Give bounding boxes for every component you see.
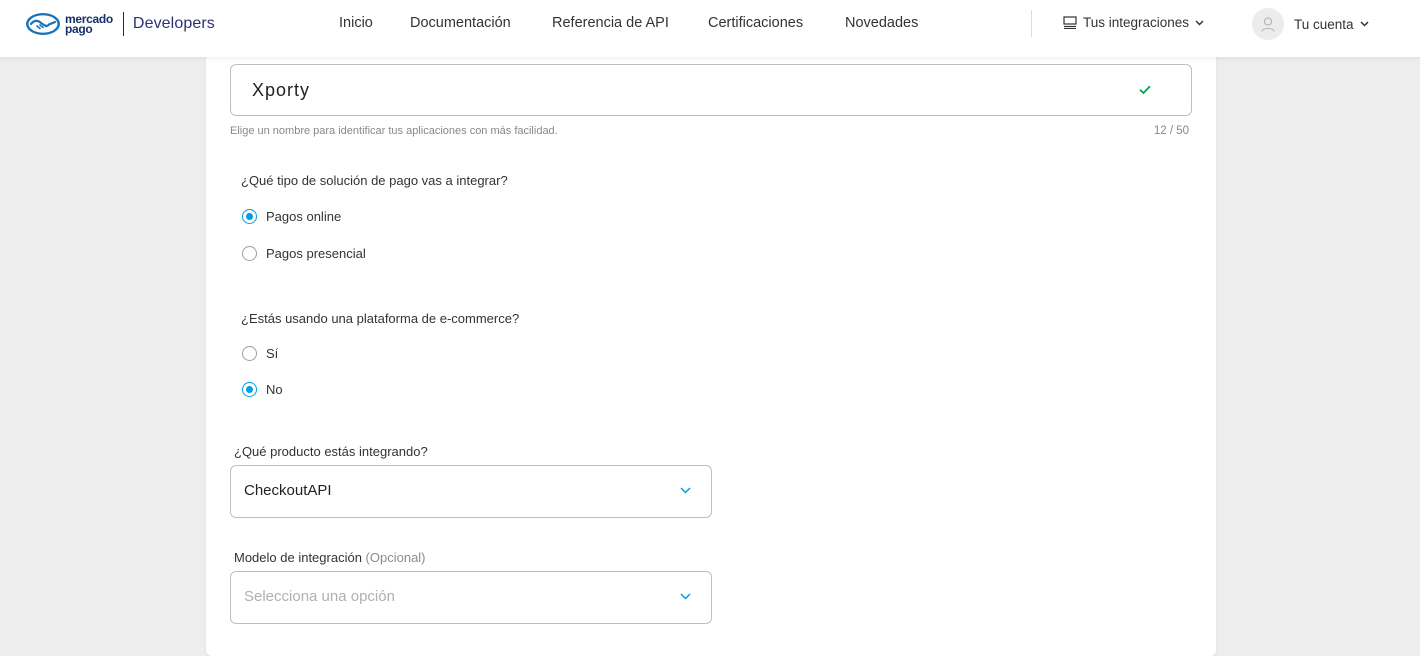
- product-select[interactable]: CheckoutAPI: [230, 465, 712, 518]
- radio-button: [242, 246, 257, 261]
- optional-tag: (Opcional): [365, 550, 426, 565]
- monitor-icon: [1063, 16, 1077, 29]
- payment-solution-question: ¿Qué tipo de solución de pago vas a inte…: [241, 173, 508, 188]
- radio-label: Pagos presencial: [266, 246, 366, 261]
- integration-model-placeholder: Selecciona una opción: [244, 588, 395, 605]
- ecommerce-question: ¿Estás usando una plataforma de e-commer…: [241, 311, 520, 326]
- product-label: ¿Qué producto estás integrando?: [234, 444, 428, 459]
- nav-item-documentacion[interactable]: Documentación: [410, 15, 511, 31]
- product-selected-value: CheckoutAPI: [244, 482, 332, 499]
- check-icon: [1139, 85, 1151, 95]
- mercado-pago-logo[interactable]: mercado pago Developers: [25, 11, 215, 37]
- integrations-menu[interactable]: Tus integraciones: [1063, 15, 1210, 30]
- integration-model-label-text: Modelo de integración: [234, 550, 362, 565]
- developers-label: Developers: [132, 15, 215, 32]
- account-label: Tu cuenta: [1294, 16, 1354, 32]
- nav-item-novedades[interactable]: Novedades: [845, 15, 918, 31]
- logo-wordmark: mercado pago: [65, 13, 113, 35]
- chevron-down-icon: [680, 487, 691, 494]
- radio-si[interactable]: Sí: [242, 346, 278, 361]
- nav-item-referencia-api[interactable]: Referencia de API: [552, 15, 669, 31]
- radio-button-selected: [242, 382, 257, 397]
- radio-button: [242, 346, 257, 361]
- application-name-value: Xporty: [252, 80, 311, 100]
- chevron-down-icon: [1195, 19, 1204, 26]
- integrations-label: Tus integraciones: [1083, 15, 1190, 30]
- integration-model-select[interactable]: Selecciona una opción: [230, 571, 712, 624]
- top-navigation-bar: mercado pago Developers Inicio Documenta…: [0, 0, 1420, 57]
- radio-button-selected: [242, 209, 257, 224]
- integration-model-label: Modelo de integración (Opcional): [234, 550, 426, 565]
- chevron-down-icon: [1360, 21, 1369, 27]
- radio-label: Pagos online: [266, 209, 342, 224]
- radio-label: Sí: [266, 346, 279, 361]
- application-name-field[interactable]: Xporty: [230, 64, 1192, 116]
- logo-divider: [122, 12, 124, 36]
- nav-item-certificaciones[interactable]: Certificaciones: [708, 15, 803, 31]
- character-counter: 12 / 50: [1153, 125, 1189, 137]
- mercado-pago-handshake-icon: [26, 13, 60, 35]
- radio-pagos-online[interactable]: Pagos online: [242, 209, 341, 224]
- create-application-form: Xporty Elige un nombre para identificar …: [206, 40, 1216, 656]
- radio-label: No: [266, 382, 283, 397]
- radio-pagos-presencial[interactable]: Pagos presencial: [242, 246, 366, 261]
- nav-item-inicio[interactable]: Inicio: [339, 15, 373, 31]
- user-icon: [1261, 17, 1275, 32]
- account-menu[interactable]: Tu cuenta: [1252, 8, 1369, 40]
- nav-divider: [1031, 10, 1032, 37]
- avatar: [1252, 8, 1284, 40]
- radio-no[interactable]: No: [242, 382, 283, 397]
- chevron-down-icon: [680, 593, 691, 600]
- application-name-helper: Elige un nombre para identificar tus apl…: [230, 125, 558, 137]
